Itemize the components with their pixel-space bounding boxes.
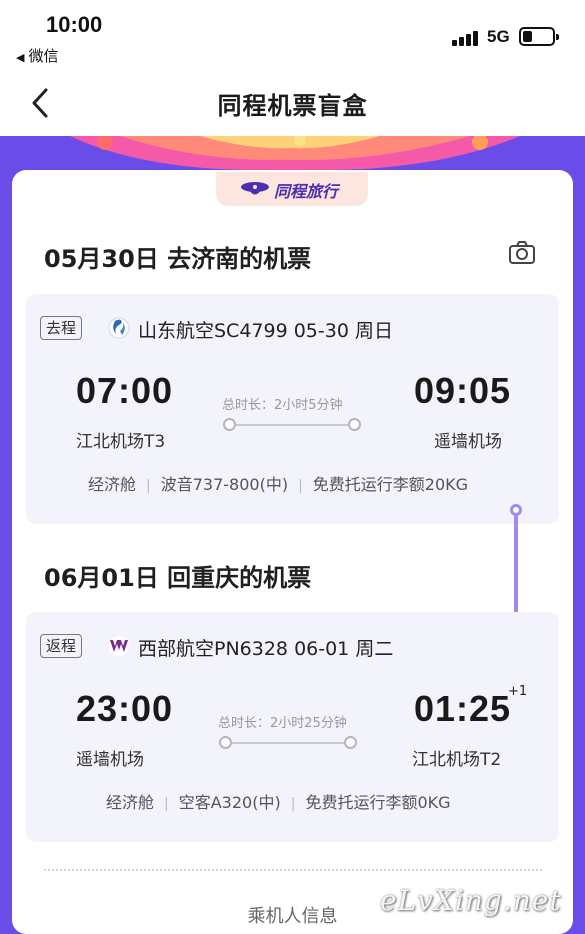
return-depart-time: 23:00 <box>76 688 174 729</box>
status-time: 10:00 <box>46 12 103 37</box>
outbound-duration: 总时长：2小时5分钟 <box>222 398 343 413</box>
tongcheng-logo-icon <box>241 182 269 195</box>
outbound-arrive-time: 09:05 <box>414 370 512 411</box>
return-duration-end-dot <box>344 736 357 749</box>
outbound-baggage: 免费托运行李额20KG <box>312 475 469 494</box>
outbound-aircraft: 波音737-800(中) <box>160 475 289 494</box>
section-divider <box>44 869 542 871</box>
return-cabin: 经济舱 <box>106 793 155 812</box>
west-air-logo-icon <box>109 636 129 656</box>
return-flight-box[interactable]: 返程 西部航空PN6328 06-01 周二 23:00 总时长：2小时25分钟… <box>26 612 559 842</box>
return-duration-line <box>226 742 352 744</box>
signal-icon <box>452 30 478 46</box>
brand-name: 同程旅行 <box>274 182 339 201</box>
network-type: 5G <box>487 27 510 46</box>
return-arrive-time: 01:25 <box>414 688 512 729</box>
outbound-info-row: 经济舱 | 波音737-800(中) | 免费托运行李额20KG <box>88 475 469 494</box>
back-triangle-icon: ◀ <box>16 51 25 64</box>
return-baggage: 免费托运行李额0KG <box>305 793 451 812</box>
battery-icon <box>519 27 559 46</box>
outbound-duration-start-dot <box>223 418 236 431</box>
return-arrive-airport: 江北机场T2 <box>412 750 502 770</box>
return-direction-tag: 返程 <box>40 634 83 658</box>
nav-bar: 同程机票盲盒 <box>0 72 585 136</box>
return-info-row: 经济舱 | 空客A320(中) | 免费托运行李额0KG <box>106 793 451 812</box>
back-app-label: 微信 <box>28 47 59 65</box>
outbound-section-title: 05月30日 去济南的机票 <box>44 245 312 273</box>
outbound-duration-line <box>230 424 356 426</box>
return-airline-flight: 西部航空PN6328 06-01 周二 <box>138 638 394 660</box>
page-title: 同程机票盲盒 <box>217 92 368 120</box>
return-plus-day: +1 <box>508 684 528 699</box>
outbound-arrive-airport: 遥墙机场 <box>434 432 502 452</box>
return-section-title: 06月01日 回重庆的机票 <box>44 564 312 592</box>
status-bar: 10:00 ◀ 微信 5G <box>0 0 585 72</box>
watermark-text: eLvXing.net <box>380 884 562 917</box>
return-aircraft: 空客A320(中) <box>178 793 281 812</box>
outbound-airline-flight: 山东航空SC4799 05-30 周日 <box>138 320 393 342</box>
brand-tab: 同程旅行 <box>216 172 368 206</box>
outbound-direction-tag: 去程 <box>40 316 83 340</box>
outbound-duration-end-dot <box>348 418 361 431</box>
return-depart-airport: 遥墙机场 <box>76 750 144 770</box>
shandong-airlines-logo-icon <box>108 317 130 339</box>
outbound-cabin: 经济舱 <box>88 475 137 494</box>
outbound-depart-time: 07:00 <box>76 370 174 411</box>
camera-icon[interactable] <box>508 240 536 266</box>
outbound-flight-box[interactable]: 去程 山东航空SC4799 05-30 周日 07:00 总时长：2小时5分钟 … <box>26 294 559 524</box>
return-duration-start-dot <box>219 736 232 749</box>
return-duration: 总时长：2小时25分钟 <box>218 716 347 731</box>
outbound-depart-airport: 江北机场T3 <box>76 432 166 452</box>
back-to-app-link[interactable]: ◀ 微信 <box>16 45 58 66</box>
